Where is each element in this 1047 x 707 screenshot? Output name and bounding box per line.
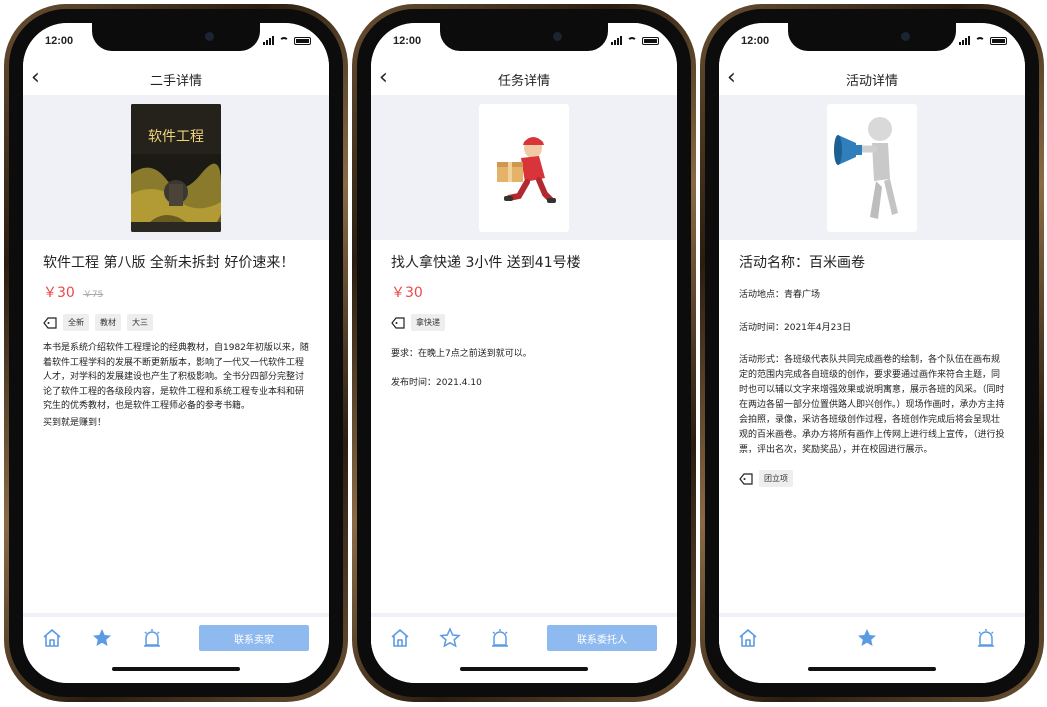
status-time: 12:00	[45, 35, 74, 47]
activity-form: 活动形式：各班级代表队共同完成画卷的绘制，各个队伍在画布规定的范围内完成各自班级…	[739, 355, 1005, 455]
notch	[92, 23, 260, 51]
bottom-tab-bar: 联系卖家	[23, 613, 329, 683]
price: ￥30	[43, 285, 75, 301]
signal-icon	[611, 36, 622, 45]
description-paragraph: 本书是系统介绍软件工程理论的经典教材，自1982年初版以来，随着软件工程学科的发…	[43, 343, 309, 411]
activity-time: 活动时间：2021年4月23日	[739, 322, 852, 333]
delivery-illustration	[479, 103, 569, 232]
tag[interactable]: 教材	[95, 314, 121, 331]
status-time: 12:00	[741, 35, 770, 47]
contact-seller-button[interactable]: 联系卖家	[199, 625, 309, 651]
screen: 12:00 ‹ 二手详情 软件工程 软件工程 第八版 全新未拆封 好价速来！ ￥…	[23, 23, 329, 683]
activity-name: 活动名称：百米画卷	[739, 255, 865, 271]
tag-list: 全新 教材 大三	[43, 314, 309, 331]
task-image-area	[371, 95, 677, 240]
tag-list: 拿快递	[391, 314, 657, 331]
notch	[788, 23, 956, 51]
courier-icon	[497, 136, 556, 203]
nav-bar: ‹ 活动详情	[719, 63, 1025, 95]
book-cover-title: 软件工程	[148, 128, 204, 145]
megaphone-person-icon	[834, 116, 898, 219]
task-requirement: 要求：在晚上7点之前送到就可以。	[391, 349, 532, 359]
nav-bar: ‹ 二手详情	[23, 63, 329, 95]
screen: 12:00 ‹ 任务详情 找人拿快递 3小件 送到41号楼 ￥30 拿快递 要求…	[371, 23, 677, 683]
detail-content: 软件工程 第八版 全新未拆封 好价速来！ ￥30 ￥75 全新 教材 大三 本书…	[23, 240, 329, 440]
tag[interactable]: 全新	[63, 314, 89, 331]
page-title: 任务详情	[497, 73, 550, 89]
activity-image-area	[719, 95, 1025, 240]
detail-content: 找人拿快递 3小件 送到41号楼 ￥30 拿快递 要求：在晚上7点之前送到就可以…	[371, 240, 677, 400]
screen: 12:00 ‹ 活动详情 活动名称：百米画卷 活动地点：青春广场 活动时间：20…	[719, 23, 1025, 683]
tag[interactable]: 拿快递	[411, 314, 445, 331]
page-title: 活动详情	[845, 73, 898, 89]
tag[interactable]: 大三	[127, 314, 153, 331]
megaphone-illustration	[827, 103, 917, 232]
task-headline: 找人拿快递 3小件 送到41号楼	[391, 255, 581, 271]
detail-content: 活动名称：百米画卷 活动地点：青春广场 活动时间：2021年4月23日 活动形式…	[719, 240, 1025, 497]
star-icon[interactable]	[91, 627, 113, 649]
bottom-tab-bar: 联系委托人	[371, 613, 677, 683]
phone-activity-detail: 12:00 ‹ 活动详情 活动名称：百米画卷 活动地点：青春广场 活动时间：20…	[700, 4, 1044, 702]
tag[interactable]: 团立项	[759, 470, 793, 487]
notch	[440, 23, 608, 51]
book-cover-image: 软件工程	[131, 103, 221, 232]
home-icon[interactable]	[737, 627, 759, 649]
tag-list: 团立项	[739, 470, 1005, 487]
battery-icon	[294, 37, 311, 45]
bottom-tab-bar	[719, 613, 1025, 683]
nav-bar: ‹ 任务详情	[371, 63, 677, 95]
alarm-icon[interactable]	[489, 627, 511, 649]
page-title: 二手详情	[149, 73, 202, 89]
home-indicator	[460, 667, 588, 671]
status-time: 12:00	[393, 35, 422, 47]
tag-icon	[739, 472, 753, 485]
original-price: ￥75	[82, 290, 104, 300]
star-icon[interactable]	[856, 627, 878, 649]
item-headline: 软件工程 第八版 全新未拆封 好价速来！	[43, 255, 295, 271]
alarm-icon[interactable]	[975, 627, 997, 649]
home-icon[interactable]	[389, 627, 411, 649]
home-indicator	[808, 667, 936, 671]
contact-requester-button[interactable]: 联系委托人	[547, 625, 657, 651]
tag-icon	[391, 316, 405, 329]
wifi-icon	[279, 37, 289, 45]
book-cover-illustration	[131, 103, 221, 232]
alarm-icon[interactable]	[141, 627, 163, 649]
publish-time: 发布时间：2021.4.10	[391, 377, 482, 388]
back-chevron-icon[interactable]: ‹	[31, 67, 40, 89]
home-indicator	[112, 667, 240, 671]
battery-icon	[642, 37, 659, 45]
home-icon[interactable]	[41, 627, 63, 649]
signal-icon	[959, 36, 970, 45]
activity-location: 活动地点：青春广场	[739, 290, 821, 300]
phone-second-hand-detail: 12:00 ‹ 二手详情 软件工程 软件工程 第八版 全新未拆封 好价速来！ ￥…	[4, 4, 348, 702]
signal-icon	[263, 36, 274, 45]
star-outline-icon[interactable]	[439, 627, 461, 649]
battery-icon	[990, 37, 1007, 45]
item-description: 本书是系统介绍软件工程理论的经典教材，自1982年初版以来，随着软件工程学科的发…	[43, 341, 309, 430]
back-chevron-icon[interactable]: ‹	[727, 67, 736, 89]
item-image-area: 软件工程	[23, 95, 329, 240]
back-chevron-icon[interactable]: ‹	[379, 67, 388, 89]
wifi-icon	[627, 37, 637, 45]
reward-price: ￥30	[391, 285, 423, 301]
phone-task-detail: 12:00 ‹ 任务详情 找人拿快递 3小件 送到41号楼 ￥30 拿快递 要求…	[352, 4, 696, 702]
wifi-icon	[975, 37, 985, 45]
tag-icon	[43, 316, 57, 329]
description-paragraph: 买到就是赚到！	[43, 417, 107, 428]
